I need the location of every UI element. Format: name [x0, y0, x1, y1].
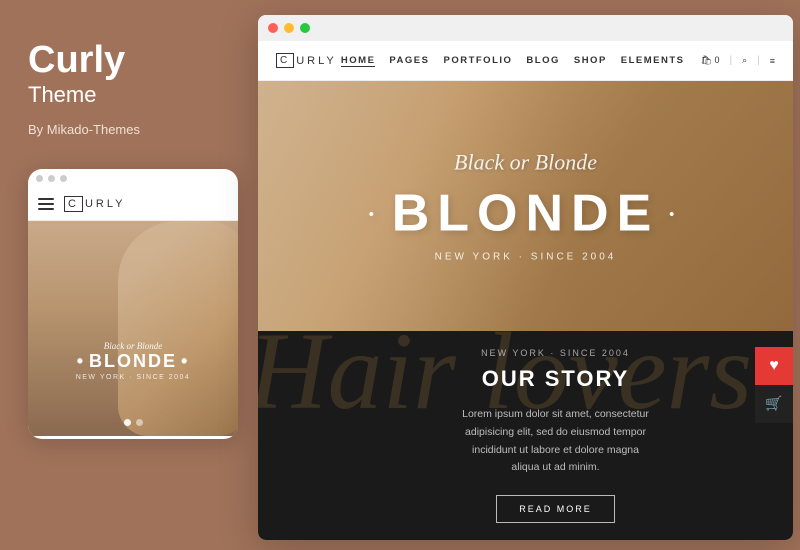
story-section: Hair lovers NEW YORK · SINCE 2004 OUR ST… — [258, 331, 793, 540]
cart-icon[interactable]: 🛍 0 — [701, 55, 720, 66]
mobile-since: NEW YORK · SINCE 2004 — [38, 374, 228, 381]
mobile-blonde: • BLONDE • — [38, 351, 228, 372]
nav-elements[interactable]: ELEMENTS — [621, 55, 685, 67]
nav-blog[interactable]: BLOG — [526, 55, 559, 67]
mobile-nav-dots — [28, 419, 238, 426]
desktop-window: C URLY HOME PAGES PORTFOLIO BLOG SHOP EL… — [258, 15, 793, 540]
hero-dot-right: • — [669, 206, 682, 222]
nav-home[interactable]: HOME — [341, 55, 376, 67]
hamburger-icon[interactable] — [38, 198, 54, 210]
mobile-header: C URLY — [28, 188, 238, 221]
desktop-logo: C URLY — [276, 53, 337, 68]
story-body: Lorem ipsum dolor sit amet, consectetur … — [458, 406, 653, 477]
nav-icons: 🛍 0 | ⌕ | ≡ — [701, 55, 775, 66]
mobile-dot-3 — [60, 175, 67, 182]
window-dot-red — [268, 23, 278, 33]
read-more-button[interactable]: READ MORE — [496, 495, 615, 523]
mobile-dots — [28, 169, 238, 188]
desktop-hero: Black or Blonde • BLONDE • NEW YORK · SI… — [258, 81, 793, 331]
mobile-face-bg — [118, 221, 238, 436]
story-content: NEW YORK · SINCE 2004 OUR STORY Lorem ip… — [258, 348, 793, 523]
mobile-dot-2 — [48, 175, 55, 182]
nav-links: HOME PAGES PORTFOLIO BLOG SHOP ELEMENTS — [341, 55, 685, 67]
window-titlebar — [258, 15, 793, 41]
mobile-nav-dot-1 — [124, 419, 131, 426]
search-icon[interactable]: ⌕ — [742, 55, 747, 66]
mobile-dot-1 — [36, 175, 43, 182]
app-title: Curly Theme — [28, 40, 220, 118]
mobile-italic-text: Black or Blonde — [38, 341, 228, 351]
hero-dot-left: • — [369, 206, 382, 222]
left-panel: Curly Theme By Mikado-Themes C URLY Blac… — [0, 0, 248, 550]
mobile-hero: Black or Blonde • BLONDE • NEW YORK · SI… — [28, 221, 238, 436]
hero-italic-text: Black or Blonde — [258, 150, 793, 176]
hero-text-overlay: Black or Blonde • BLONDE • NEW YORK · SI… — [258, 150, 793, 263]
mobile-preview: C URLY Black or Blonde • BLONDE • NEW YO… — [28, 169, 238, 439]
nav-shop[interactable]: SHOP — [574, 55, 607, 67]
mobile-logo: C URLY — [64, 196, 125, 212]
nav-pages[interactable]: PAGES — [389, 55, 429, 67]
story-title: OUR STORY — [458, 366, 653, 392]
mobile-hero-text: Black or Blonde • BLONDE • NEW YORK · SI… — [38, 341, 228, 381]
story-since: NEW YORK · SINCE 2004 — [458, 348, 653, 358]
hero-blonde-text: • BLONDE • — [258, 184, 793, 244]
app-author: By Mikado-Themes — [28, 122, 220, 137]
mobile-dot-right: • — [181, 351, 189, 372]
mobile-nav-dot-2 — [136, 419, 143, 426]
mobile-dot-left: • — [77, 351, 85, 372]
desktop-nav: C URLY HOME PAGES PORTFOLIO BLOG SHOP EL… — [258, 41, 793, 81]
window-dot-green — [300, 23, 310, 33]
nav-portfolio[interactable]: PORTFOLIO — [443, 55, 512, 67]
hero-since-text: NEW YORK · SINCE 2004 — [258, 252, 793, 263]
menu-icon[interactable]: ≡ — [770, 56, 775, 66]
window-dot-yellow — [284, 23, 294, 33]
